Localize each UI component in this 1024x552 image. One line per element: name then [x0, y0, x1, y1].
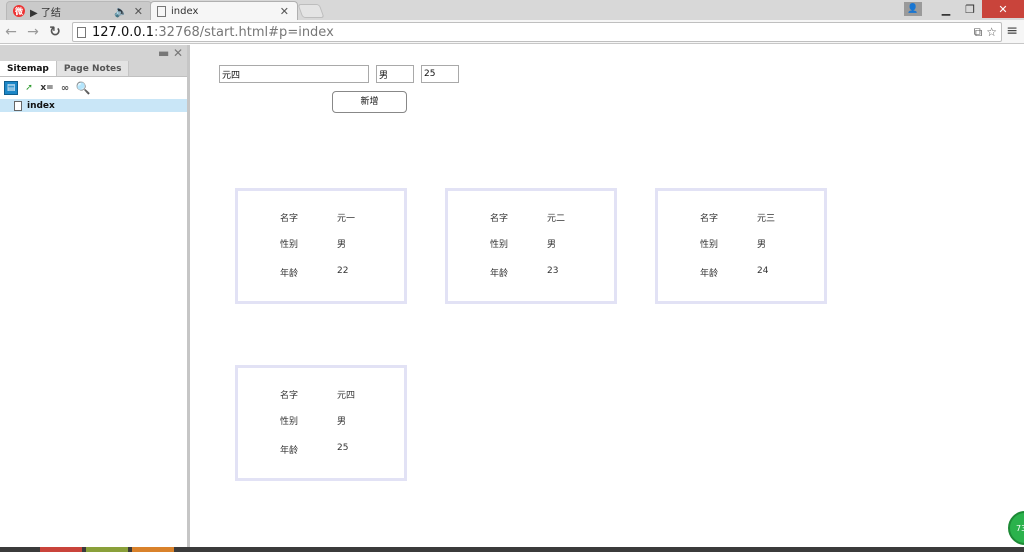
- panel-tabs: Sitemap Page Notes: [0, 61, 187, 77]
- page-icon: [14, 100, 22, 111]
- name-value: 元二: [547, 214, 566, 224]
- browser-toolbar: ← → ↻ 127.0.0.1 :32768/start.html#p=inde…: [0, 20, 1024, 44]
- page-icon: [157, 5, 166, 17]
- minimize-panel-icon[interactable]: ▬: [158, 46, 169, 60]
- age-value: 25: [337, 443, 349, 453]
- name-value: 元一: [337, 214, 356, 224]
- gender-label: 性别: [280, 417, 299, 427]
- name-label: 名字: [280, 391, 299, 401]
- name-label: 名字: [490, 214, 509, 224]
- close-window-button[interactable]: ✕: [982, 0, 1024, 18]
- tab-page-notes[interactable]: Page Notes: [55, 61, 130, 76]
- user-icon[interactable]: 👤: [904, 2, 922, 16]
- gender-value: 男: [547, 240, 557, 250]
- cursor-icon[interactable]: ➚: [22, 81, 36, 95]
- age-label: 年龄: [280, 269, 299, 279]
- gender-value: 男: [337, 417, 347, 427]
- page-icon: [77, 26, 86, 38]
- name-value: 元三: [757, 214, 776, 224]
- person-card: 名字 元四 性别 男 年龄 25: [235, 365, 407, 481]
- name-value: 元四: [337, 391, 356, 401]
- reload-icon[interactable]: ↻: [44, 24, 66, 40]
- tab-title: index: [171, 5, 199, 17]
- person-card: 名字 元一 性别 男 年龄 22: [235, 188, 407, 304]
- address-bar[interactable]: 127.0.0.1 :32768/start.html#p=index ⧉ ☆: [72, 22, 1002, 42]
- restore-button[interactable]: ❐: [958, 0, 982, 18]
- age-label: 年龄: [280, 446, 299, 456]
- person-card: 名字 元三 性别 男 年龄 24: [655, 188, 827, 304]
- minimize-button[interactable]: ▁: [934, 0, 958, 18]
- gender-label: 性别: [700, 240, 719, 250]
- age-input[interactable]: [421, 65, 459, 83]
- weibo-icon: 微: [13, 5, 25, 17]
- name-input[interactable]: [219, 65, 369, 83]
- sitemap-item-label: index: [27, 100, 55, 111]
- os-taskbar: [0, 547, 1024, 552]
- window-controls: 👤 ▁ ❐ ✕: [904, 0, 1024, 18]
- variables-button[interactable]: x=: [40, 81, 54, 95]
- url-path: :32768/start.html#p=index: [154, 24, 334, 40]
- gender-label: 性别: [490, 240, 509, 250]
- taskbar-app-icon[interactable]: [132, 547, 174, 552]
- close-panel-icon[interactable]: ✕: [173, 46, 183, 60]
- gender-value: 男: [337, 240, 347, 250]
- person-card: 名字 元二 性别 男 年龄 23: [445, 188, 617, 304]
- star-icon[interactable]: ☆: [986, 25, 997, 39]
- speaker-icon: 🔈: [114, 4, 128, 18]
- close-icon[interactable]: ✕: [134, 5, 143, 18]
- new-tab-button[interactable]: [297, 4, 325, 18]
- hamburger-menu-icon[interactable]: ≡: [1006, 23, 1018, 39]
- age-value: 22: [337, 266, 349, 276]
- name-label: 名字: [700, 214, 719, 224]
- browser-tab-2[interactable]: index ✕: [150, 1, 298, 20]
- tab-title: ▶ 了结: [30, 7, 61, 19]
- gender-value: 男: [757, 240, 767, 250]
- taskbar-app-icon[interactable]: [40, 547, 82, 552]
- gender-input[interactable]: [376, 65, 414, 83]
- prototype-page: 新增 名字 元一 性别 男 年龄 22 名字 元二 性别 男 年龄 23 名字 …: [190, 45, 1024, 547]
- back-arrow-icon[interactable]: ←: [0, 24, 22, 40]
- browser-tab-1[interactable]: 微 ▶ 了结 🔈 ✕: [6, 1, 152, 20]
- search-icon[interactable]: 🔍: [76, 81, 91, 95]
- close-icon[interactable]: ✕: [280, 5, 289, 18]
- tab-sitemap[interactable]: Sitemap: [0, 61, 56, 76]
- omnibox-actions: ⧉ ☆: [974, 25, 1001, 40]
- age-value: 24: [757, 266, 769, 276]
- panel-header: ▬ ✕: [0, 45, 187, 61]
- sitemap-item-index[interactable]: index: [0, 99, 187, 112]
- link-icon[interactable]: ∞: [58, 81, 72, 95]
- url-host: 127.0.0.1: [92, 24, 155, 40]
- name-label: 名字: [280, 214, 299, 224]
- sitemap-panel: ▬ ✕ Sitemap Page Notes ▤ ➚ x= ∞ 🔍 index: [0, 45, 187, 547]
- age-label: 年龄: [700, 269, 719, 279]
- pages-icon[interactable]: ▤: [4, 81, 18, 95]
- taskbar-app-icon[interactable]: [86, 547, 128, 552]
- browser-titlebar: 微 ▶ 了结 🔈 ✕ index ✕ 👤 ▁ ❐ ✕: [0, 0, 1024, 20]
- age-label: 年龄: [490, 269, 509, 279]
- translate-icon[interactable]: ⧉: [974, 25, 983, 40]
- add-button[interactable]: 新增: [332, 91, 407, 113]
- age-value: 23: [547, 266, 559, 276]
- gender-label: 性别: [280, 240, 299, 250]
- sitemap-toolbar: ▤ ➚ x= ∞ 🔍: [0, 77, 187, 99]
- forward-arrow-icon[interactable]: →: [22, 24, 44, 40]
